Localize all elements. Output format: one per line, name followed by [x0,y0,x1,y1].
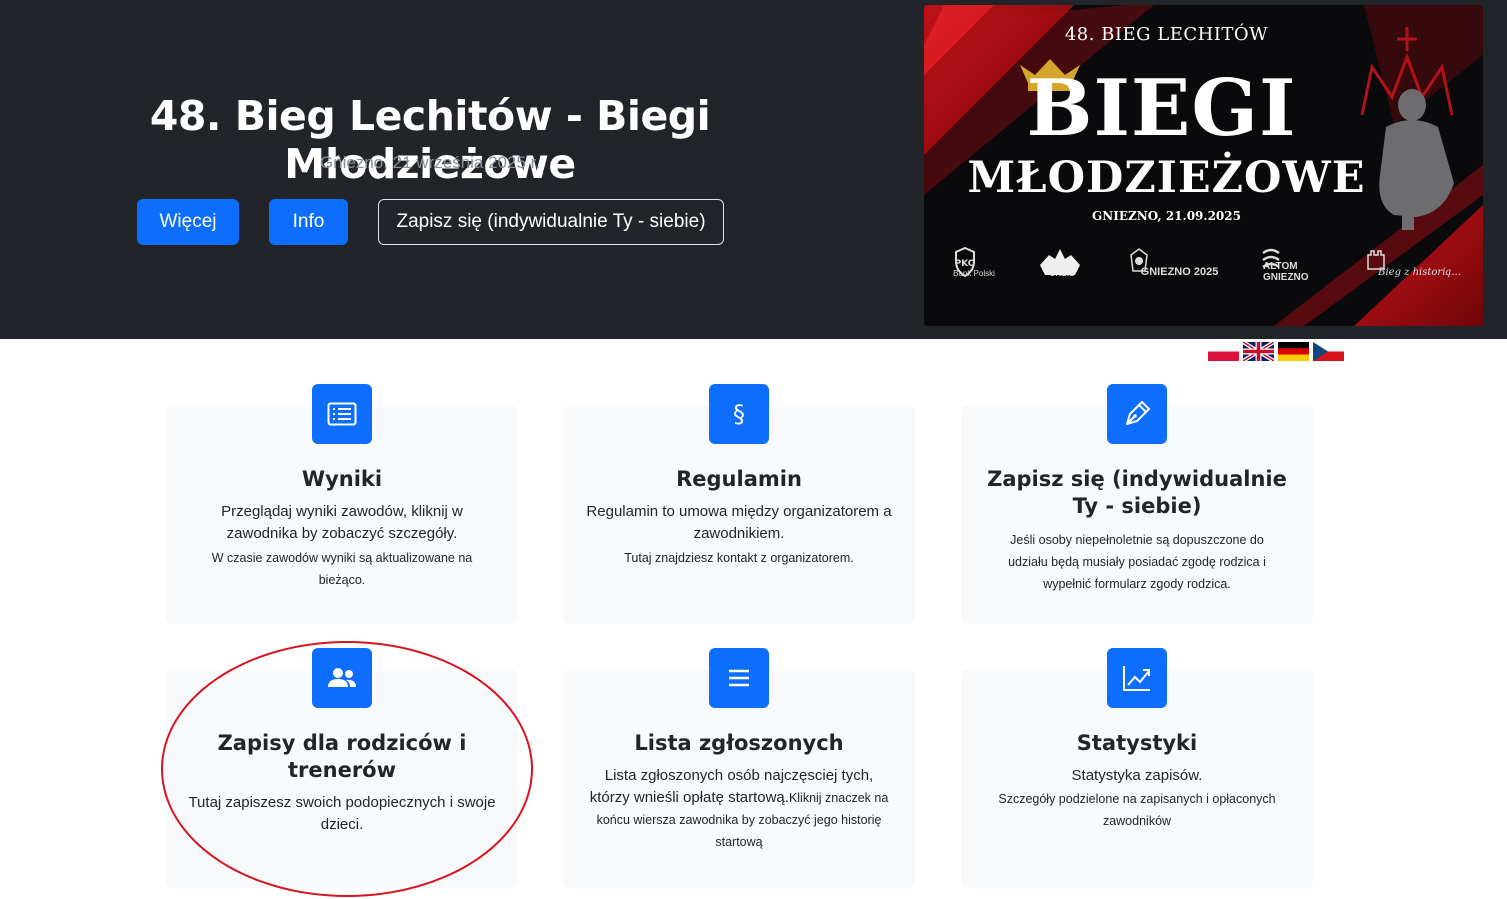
card-note: Szczegóły podzielone na zapisanych i opł… [998,792,1276,828]
card-description: Tutaj zapiszesz swoich podopiecznych i s… [188,794,496,833]
chart-icon [1107,648,1167,708]
gniezno-crest-icon [1130,248,1148,272]
page-title: 48. Bieg Lechitów - Biegi Młodzieżowe [149,92,711,188]
card-title: Wyniki [301,467,383,491]
card-description: Statystyka zapisów. [1071,767,1203,784]
signup-individual-button[interactable]: Zapisz się (indywidualnie Ty - siebie) [378,199,724,245]
card-description: Lista zgłoszonych osób najczęsciej tych,… [583,765,895,853]
pko-icon: PKO [955,247,976,277]
hero-section: 48. Bieg Lechitów - Biegi Młodzieżowe Gn… [0,0,1507,339]
urbis-icon [1040,249,1080,275]
banner-edition-text: 48. BIEG LECHITÓW [1064,24,1269,45]
card-title: Lista zgłoszonych [634,731,844,755]
menu-icon [709,648,769,708]
castle-icon [1367,250,1385,270]
list-icon [312,384,372,444]
banner-title-big: BIEGI [1026,63,1297,154]
pen-icon [1107,384,1167,444]
card-title: Statystyki [1076,731,1198,755]
card-note: W czasie zawodów wyniki są aktualizowane… [211,551,473,587]
sponsor-gniezno-logo: GNIEZNO 2025 [1127,247,1227,297]
info-button[interactable]: Info [269,199,348,245]
language-switcher [1208,342,1344,361]
event-banner: 48. BIEG LECHITÓW BIEGI MŁODZIEŻOWE GNIE… [924,5,1483,326]
card-note: Jeśli osoby niepełnoletnie są dopuszczon… [1008,533,1266,591]
banner-title-mid: MŁODZIEŻOWE [967,153,1366,203]
banner-date-text: GNIEZNO, 21.09.2025 [1092,209,1241,223]
flag-en-icon[interactable] [1243,342,1274,361]
flag-de-icon[interactable] [1278,342,1309,361]
card-description: Przeglądaj wyniki zawodów, kliknij w zaw… [221,503,463,542]
users-icon [312,648,372,708]
sponsor-altom-logo: ALTOM GNIEZNO [1260,247,1330,297]
card-note: Tutaj znajdziesz kontakt z organizatorem… [624,551,854,565]
altom-swoosh-icon [1262,248,1280,269]
sponsor-bieg-historia-logo: Bieg z historią... [1366,247,1470,297]
sponsor-label: Bieg z historią... [1378,266,1461,278]
card-title: Zapisz się (indywidualnie Ty - siebie) [987,467,1287,518]
flag-pl-icon[interactable] [1208,342,1239,361]
sponsor-label: GNIEZNO 2025 [1140,265,1219,278]
svg-text:PKO: PKO [955,259,976,269]
event-date-location: Gniezno, 21 września 2025 r. [319,153,541,172]
sponsor-urbis-logo: URBIS [1037,247,1087,297]
flag-cz-icon[interactable] [1313,342,1344,361]
sponsor-pko-logo: PKO Bank Polski [952,247,996,297]
card-description: Regulamin to umowa między organizatorem … [586,503,892,542]
paragraph-icon: § [709,384,769,444]
card-title: Zapisy dla rodziców i trenerów [217,731,467,782]
more-button[interactable]: Więcej [137,199,239,245]
card-title: Regulamin [676,467,802,491]
